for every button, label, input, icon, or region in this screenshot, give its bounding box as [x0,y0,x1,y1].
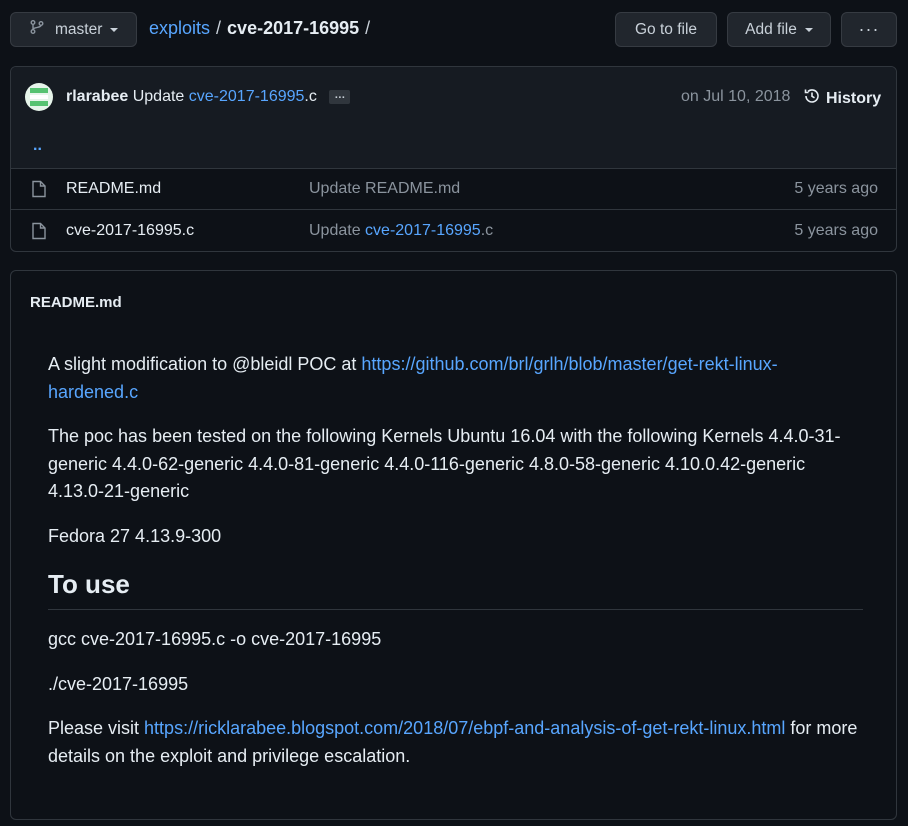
go-to-file-label: Go to file [634,20,698,38]
file-commit-message[interactable]: Update cve-2017-16995.c [309,222,493,240]
readme-body: A slight modification to @bleidl POC at … [48,351,863,787]
readme-panel: README.md A slight modification to @blei… [10,270,897,820]
parent-directory-link[interactable]: .. [33,137,42,155]
add-file-button[interactable]: Add file [727,12,831,47]
readme-link[interactable]: https://ricklarabee.blogspot.com/2018/07… [144,718,785,738]
readme-paragraph: ./cve-2017-16995 [48,673,189,694]
table-row[interactable]: cve-2017-16995.c Update cve-2017-16995.c… [11,210,896,251]
commit-message-prefix: Update [132,88,185,105]
commit-date[interactable]: on Jul 10, 2018 [681,88,790,106]
go-to-file-button[interactable]: Go to file [615,12,717,47]
file-commit-message[interactable]: Update README.md [309,180,460,198]
history-icon [803,87,821,110]
file-commit-message-link[interactable]: cve-2017-16995 [365,222,481,239]
branch-name: master [55,20,103,38]
add-file-label: Add file [745,20,797,38]
chevron-down-icon [804,27,813,32]
top-bar: master exploits / cve-2017-16995 / Go to… [0,0,908,60]
file-browser: rlarabee Update cve-2017-16995.c … on Ju… [10,66,897,252]
more-options-button[interactable]: ··· [841,12,897,47]
file-name-link[interactable]: README.md [66,180,161,198]
readme-paragraph: Please visit https://ricklarabee.blogspo… [48,718,858,766]
readme-paragraph: The poc has been tested on the following… [48,426,841,501]
expand-commit-message-button[interactable]: … [329,89,351,104]
branch-selector-button[interactable]: master [10,12,137,47]
file-icon [31,180,47,201]
breadcrumb-current-dir: cve-2017-16995 [227,18,360,38]
parent-directory-row[interactable]: .. [11,127,896,169]
chevron-down-icon [110,27,119,32]
table-row[interactable]: README.md Update README.md 5 years ago [11,168,896,210]
breadcrumb: exploits / cve-2017-16995 / [149,18,370,39]
file-name-link[interactable]: cve-2017-16995.c [66,222,194,240]
git-branch-icon [29,19,45,40]
breadcrumb-repo-link[interactable]: exploits [149,18,210,39]
commit-message: rlarabee Update cve-2017-16995.c … [66,88,351,106]
commit-message-link[interactable]: cve-2017-16995 [189,88,305,105]
breadcrumb-trailing-separator: / [365,18,371,38]
readme-title[interactable]: README.md [30,294,122,311]
readme-heading: To use [48,567,863,610]
file-commit-age: 5 years ago [794,180,878,197]
history-link[interactable]: History [803,87,881,110]
readme-paragraph: A slight modification to @bleidl POC at … [48,354,778,402]
readme-paragraph: Fedora 27 4.13.9-300 [48,525,222,546]
file-commit-age: 5 years ago [794,222,878,239]
avatar[interactable] [25,83,53,111]
commit-author-link[interactable]: rlarabee [66,88,128,105]
file-icon [31,222,47,243]
commit-message-suffix: .c [304,88,317,105]
kebab-horizontal-icon: ··· [858,19,880,39]
history-label: History [826,89,882,107]
readme-paragraph: gcc cve-2017-16995.c -o cve-2017-16995 [48,629,382,649]
breadcrumb-separator: / [216,18,222,38]
latest-commit-row: rlarabee Update cve-2017-16995.c … on Ju… [11,67,896,128]
